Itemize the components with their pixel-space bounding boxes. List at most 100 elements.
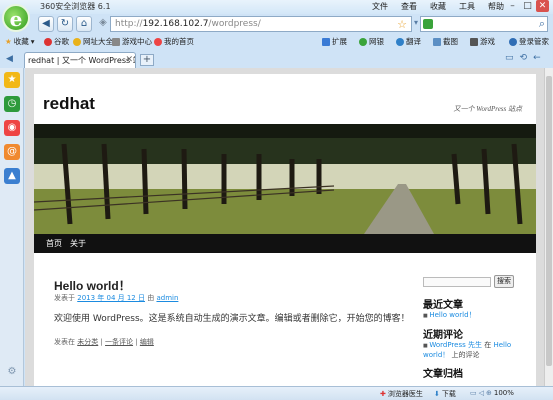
nav-home[interactable]: 首页 — [46, 238, 62, 249]
gamepad-icon — [470, 37, 478, 46]
refresh-button[interactable]: ↻ — [57, 16, 73, 32]
menu-bar: 文件 查看 收藏 工具 帮助 — [372, 1, 504, 12]
tab-title: redhat | 又一个 WordPress 站点 — [28, 56, 135, 65]
translate-button[interactable]: 翻译 — [396, 36, 421, 47]
recent-posts-title: 最近文章 — [423, 300, 463, 311]
bookmark-games[interactable]: 游戏中心 — [112, 36, 152, 47]
menu-favorites[interactable]: 收藏 — [430, 1, 446, 12]
grid-icon — [322, 37, 330, 46]
post-content: 欢迎使用 WordPress。这是系统自动生成的演示文章。编辑或者删除它，开始您… — [54, 314, 410, 324]
menu-help[interactable]: 帮助 — [488, 1, 504, 12]
bookmark-google[interactable]: 谷歌 — [44, 36, 69, 47]
dropdown-arrow-icon[interactable]: ▾ — [414, 18, 418, 27]
url-text: http://192.168.102.7/wordpress/ — [115, 19, 261, 29]
post-author-link[interactable]: admin — [156, 294, 178, 302]
comment-link[interactable]: 一条评论 — [105, 338, 133, 346]
recent-comments-list: WordPress 先生 在 Hello world！ 上的评论 — [423, 340, 523, 360]
sidebar-search-input[interactable] — [423, 277, 491, 287]
monitor-icon[interactable]: ▭ — [470, 389, 477, 397]
ebank-button[interactable]: 网银 — [359, 36, 384, 47]
bookmark-homepage[interactable]: 我的首页 — [154, 36, 194, 47]
close-button[interactable]: ✕ — [536, 0, 549, 12]
archives-title: 文章归档 — [423, 369, 463, 380]
navigation-bar: ◀ ↻ ⌂ ◈ http://192.168.102.7/wordpress/ … — [0, 14, 553, 34]
post-date-link[interactable]: 2013 年 04 月 12 日 — [77, 294, 145, 302]
zoom-level[interactable]: 100% — [494, 389, 514, 397]
favorites-star-icon[interactable]: ★ — [4, 72, 20, 88]
settings-gear-icon[interactable]: ⚙ — [4, 364, 20, 380]
post-title[interactable]: Hello world！ — [54, 277, 131, 294]
home-button[interactable]: ⌂ — [76, 16, 92, 32]
nav-about[interactable]: 关于 — [70, 238, 86, 249]
back-button[interactable]: ◀ — [38, 16, 54, 32]
translate-icon — [396, 37, 404, 46]
menu-view[interactable]: 查看 — [401, 1, 417, 12]
site-navigation: 首页 关于 — [34, 234, 536, 253]
tab-list-icon[interactable]: ▭ — [505, 53, 514, 66]
plus-icon: ✚ — [380, 390, 386, 398]
history-clock-icon[interactable]: ◷ — [4, 96, 20, 112]
weibo-icon[interactable]: ◉ — [4, 120, 20, 136]
sidebar-toggle-icon[interactable]: ◀ — [6, 54, 13, 64]
recent-post-link[interactable]: Hello world！ — [429, 311, 475, 319]
tab-active[interactable]: redhat | 又一个 WordPress 站点 ✕ — [24, 52, 136, 68]
search-engine-icon[interactable] — [423, 19, 433, 29]
window-title: 360安全浏览器 6.1 — [40, 2, 111, 11]
bookmark-hao[interactable]: 网址大全 — [73, 36, 113, 47]
mail-icon[interactable]: @ — [4, 144, 20, 160]
browser-doctor-button[interactable]: ✚ 浏览器医生 — [380, 389, 423, 399]
site-icon — [73, 37, 81, 46]
scrollbar-thumb[interactable] — [546, 76, 552, 366]
favorite-star-icon[interactable]: ☆ — [397, 18, 407, 31]
category-link[interactable]: 未分类 — [77, 338, 98, 346]
screenshot-button[interactable]: 截图 — [433, 36, 458, 47]
recent-posts-list: Hello world！ — [423, 310, 475, 320]
download-button[interactable]: ⬇ 下载 — [434, 389, 456, 399]
window-controls: – □ ✕ — [506, 0, 549, 12]
post-meta: 发表于 2013 年 04 月 12 日 由 admin — [54, 294, 179, 302]
status-tools: ▭ ◁ ⊕ 100% — [470, 389, 514, 397]
menu-file[interactable]: 文件 — [372, 1, 388, 12]
user-icon — [509, 37, 517, 46]
menu-tools[interactable]: 工具 — [459, 1, 475, 12]
address-bar[interactable]: http://192.168.102.7/wordpress/ ☆ — [110, 16, 412, 32]
tab-bar: ◀ redhat | 又一个 WordPress 站点 ✕ + ▭ ⟲ ← — [0, 51, 553, 68]
google-icon — [44, 37, 52, 46]
minimize-button[interactable]: – — [506, 0, 519, 12]
recent-comments-title: 近期评论 — [423, 330, 463, 341]
login-manager-button[interactable]: 登录管家 — [509, 36, 549, 47]
shield-icon[interactable]: ◈ — [95, 16, 111, 32]
extensions-button[interactable]: 扩展 — [322, 36, 347, 47]
download-icon: ⬇ — [434, 390, 440, 398]
header-banner-image — [34, 124, 536, 234]
bank-icon — [359, 37, 367, 46]
undo-close-icon[interactable]: ⟲ — [520, 53, 528, 66]
search-icon[interactable]: ⌕ — [539, 17, 545, 31]
tab-close-icon[interactable]: ✕ — [125, 53, 133, 68]
speaker-icon[interactable]: ◁ — [479, 389, 484, 397]
favorites-menu[interactable]: ★ 收藏 ▾ — [5, 36, 35, 47]
list-item: Hello world！ — [423, 310, 475, 320]
back-arrow-icon[interactable]: ← — [533, 53, 541, 66]
edit-link[interactable]: 编辑 — [140, 338, 154, 346]
page-icon — [112, 37, 120, 46]
app-icon[interactable]: ▲ — [4, 168, 20, 184]
sidebar-search-button[interactable]: 搜索 — [494, 275, 514, 288]
site-tagline: 又一个 WordPress 站点 — [453, 105, 522, 113]
search-input[interactable]: ⌕ — [420, 16, 548, 32]
maximize-button[interactable]: □ — [521, 0, 534, 12]
site-title[interactable]: redhat — [43, 94, 95, 114]
web-content: redhat 又一个 WordPress 站点 首页 关于 Hello worl… — [25, 68, 544, 386]
list-item: WordPress 先生 在 Hello world！ 上的评论 — [423, 340, 523, 360]
weibo-icon — [154, 37, 162, 46]
zoom-icon[interactable]: ⊕ — [486, 389, 492, 397]
comment-author-link[interactable]: WordPress 先生 — [429, 341, 482, 349]
tab-tools: ▭ ⟲ ← — [505, 53, 549, 66]
games-button[interactable]: 游戏 — [470, 36, 495, 47]
vertical-scrollbar[interactable] — [544, 68, 553, 386]
post-footer: 发表在 未分类 | 一条评论 | 编辑 — [54, 338, 154, 346]
scissors-icon — [433, 37, 441, 46]
bookmark-bar: ★ 收藏 ▾ 谷歌 网址大全 游戏中心 我的首页 扩展 网银 翻译 截图 游戏 登录… — [0, 35, 553, 49]
new-tab-button[interactable]: + — [140, 54, 154, 66]
star-icon: ★ — [5, 37, 12, 46]
